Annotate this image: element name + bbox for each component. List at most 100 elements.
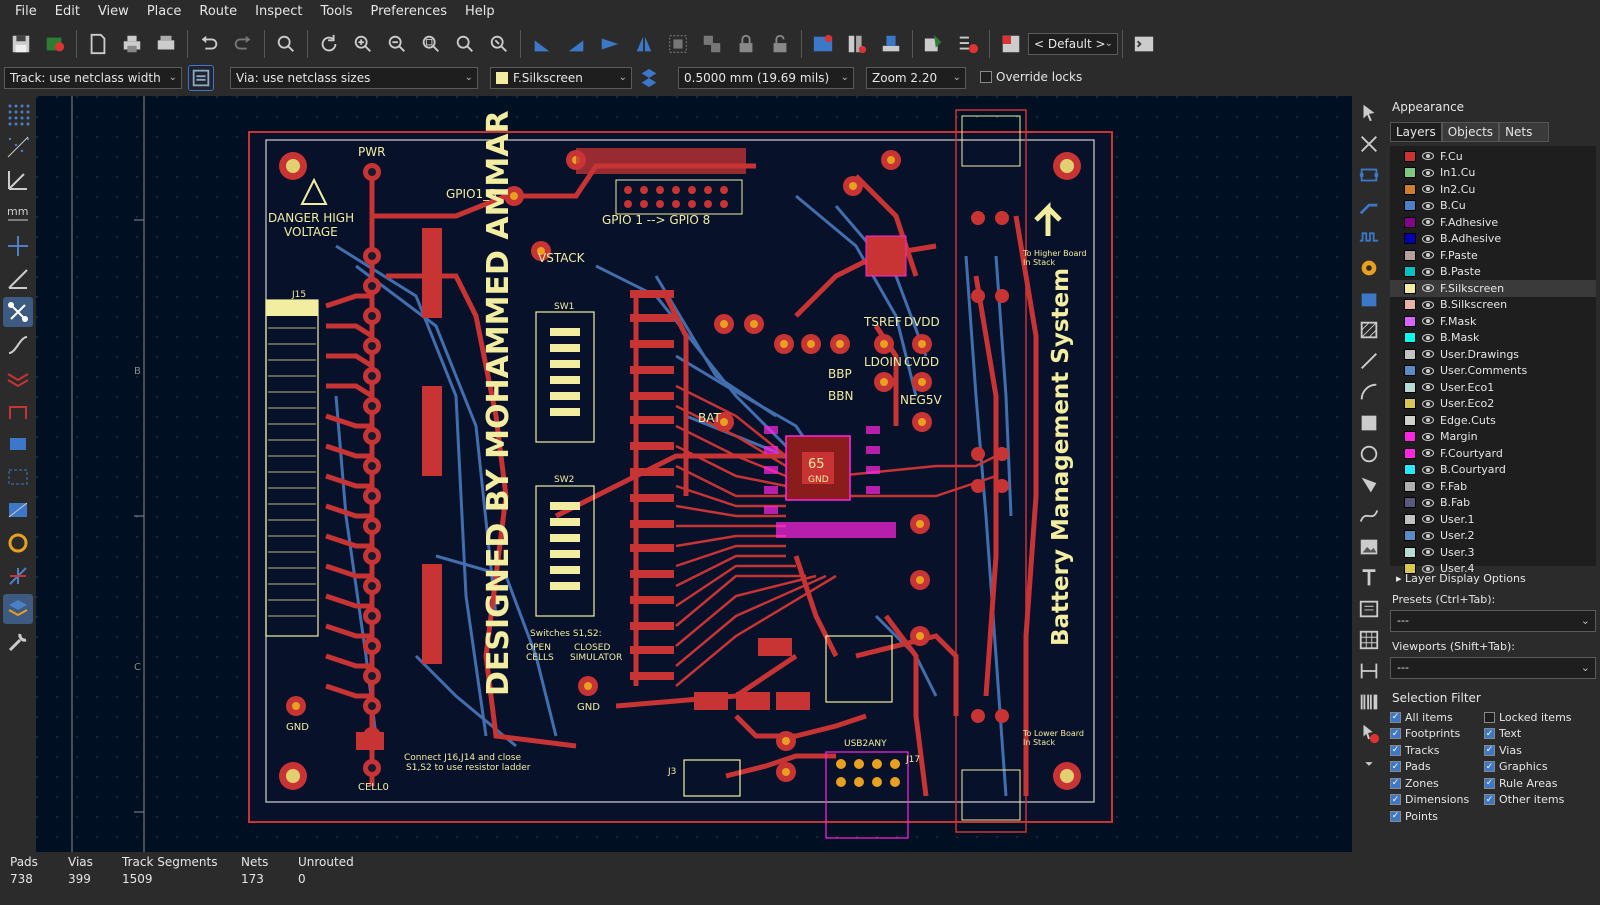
visibility-eye-icon[interactable]	[1422, 218, 1434, 227]
auto-width-button[interactable]	[188, 65, 214, 91]
draw-rectangle-button[interactable]	[1355, 409, 1383, 437]
visibility-eye-icon[interactable]	[1422, 564, 1434, 573]
local-ratsnest-button[interactable]	[1355, 130, 1383, 158]
layer-row[interactable]: F.Adhesive	[1390, 214, 1596, 231]
selection-filter-item[interactable]: ✓ Footprints	[1390, 726, 1484, 743]
selection-filter-item[interactable]: ✓ All items	[1390, 709, 1484, 726]
add-text-button[interactable]	[1355, 564, 1383, 592]
add-table-button[interactable]	[1355, 626, 1383, 654]
print-button[interactable]	[117, 29, 147, 59]
polar-coords-button[interactable]	[3, 165, 33, 195]
rotate-cw-button[interactable]	[561, 29, 591, 59]
draw-line-button[interactable]	[1355, 347, 1383, 375]
selection-filter-checkbox[interactable]: ✓	[1390, 728, 1401, 740]
layer-row[interactable]: F.Fab	[1390, 478, 1596, 495]
layer-color-swatch[interactable]	[1404, 464, 1416, 476]
cursor-shape-button[interactable]	[3, 231, 33, 261]
layer-row[interactable]: F.Silkscreen	[1390, 280, 1596, 297]
selection-filter-item[interactable]: ✓ Tracks	[1390, 742, 1484, 759]
layer-row[interactable]: User.Drawings	[1390, 346, 1596, 363]
visibility-eye-icon[interactable]	[1422, 317, 1434, 326]
visibility-eye-icon[interactable]	[1422, 449, 1434, 458]
zoom-selection-button[interactable]	[484, 29, 514, 59]
layer-color-swatch[interactable]	[1404, 183, 1416, 195]
layer-color-swatch[interactable]	[1404, 332, 1416, 344]
zoom-objects-button[interactable]	[450, 29, 480, 59]
presets-select[interactable]: --- ⌄	[1390, 610, 1596, 632]
layer-color-swatch[interactable]	[1404, 233, 1416, 245]
view-preset-select[interactable]: < Default > ⌄	[1028, 33, 1118, 55]
draw-circle-button[interactable]	[1355, 440, 1383, 468]
visibility-eye-icon[interactable]	[1422, 399, 1434, 408]
grid-toggle-button[interactable]	[3, 99, 33, 129]
layer-color-swatch[interactable]	[1404, 431, 1416, 443]
layer-row[interactable]: B.Cu	[1390, 198, 1596, 215]
layer-row[interactable]: F.Paste	[1390, 247, 1596, 264]
menu-inspect[interactable]: Inspect	[246, 0, 311, 24]
selection-filter-item[interactable]: ✓ Text	[1484, 726, 1594, 743]
visibility-eye-icon[interactable]	[1422, 366, 1434, 375]
zoom-out-button[interactable]	[382, 29, 412, 59]
visibility-eye-icon[interactable]	[1422, 333, 1434, 342]
selection-filter-checkbox[interactable]: ✓	[1390, 810, 1401, 822]
selection-filter-item[interactable]: Locked items	[1484, 709, 1594, 726]
selection-filter-checkbox[interactable]: ✓	[1484, 728, 1495, 740]
footprint-browser-button[interactable]	[842, 29, 872, 59]
layer-row[interactable]: User.Comments	[1390, 363, 1596, 380]
board-setup-button[interactable]	[40, 29, 70, 59]
visibility-eye-icon[interactable]	[1422, 350, 1434, 359]
tune-length-button[interactable]	[1355, 223, 1383, 251]
visibility-eye-icon[interactable]	[1422, 185, 1434, 194]
add-footprint-button[interactable]	[1355, 161, 1383, 189]
highlight-net-button[interactable]	[3, 528, 33, 558]
refresh-button[interactable]	[314, 29, 344, 59]
layer-color-swatch[interactable]	[1404, 381, 1416, 393]
layer-row[interactable]: B.Fab	[1390, 495, 1596, 512]
layer-row[interactable]: User.Eco2	[1390, 396, 1596, 413]
visibility-eye-icon[interactable]	[1422, 234, 1434, 243]
visibility-eye-icon[interactable]	[1422, 515, 1434, 524]
draw-polygon-button[interactable]	[1355, 471, 1383, 499]
ratsnest-button[interactable]	[3, 264, 33, 294]
menu-file[interactable]: File	[6, 0, 46, 24]
selection-filter-checkbox[interactable]: ✓	[1390, 777, 1401, 789]
add-zone-button[interactable]	[1355, 285, 1383, 313]
viewports-select[interactable]: --- ⌄	[1390, 657, 1596, 679]
layer-color-swatch[interactable]	[1404, 266, 1416, 278]
selection-filter-item[interactable]: ✓ Zones	[1390, 775, 1484, 792]
via-outline-button[interactable]	[3, 396, 33, 426]
zone-outline-button[interactable]	[3, 462, 33, 492]
layer-row[interactable]: Margin	[1390, 429, 1596, 446]
selection-filter-item[interactable]: ✓ Vias	[1484, 742, 1594, 759]
visibility-eye-icon[interactable]	[1422, 548, 1434, 557]
menu-place[interactable]: Place	[138, 0, 191, 24]
visibility-eye-icon[interactable]	[1422, 251, 1434, 260]
find-button[interactable]	[271, 29, 301, 59]
visibility-eye-icon[interactable]	[1422, 300, 1434, 309]
zoom-in-button[interactable]	[348, 29, 378, 59]
tab-objects[interactable]: Objects	[1441, 122, 1500, 142]
selection-filter-item[interactable]: ✓ Rule Areas	[1484, 775, 1594, 792]
group-button[interactable]	[663, 29, 693, 59]
layer-color-swatch[interactable]	[1404, 200, 1416, 212]
visibility-eye-icon[interactable]	[1422, 465, 1434, 474]
layer-row[interactable]: B.Silkscreen	[1390, 297, 1596, 314]
layer-row[interactable]: B.Mask	[1390, 330, 1596, 347]
selection-filter-item[interactable]: ✓ Dimensions	[1390, 792, 1484, 809]
scripting-console-button[interactable]	[1129, 29, 1159, 59]
selection-filter-item[interactable]: ✓ Other items	[1484, 792, 1594, 809]
visibility-eye-icon[interactable]	[1422, 432, 1434, 441]
grid-select[interactable]: 0.5000 mm (19.69 mils) ⌄	[678, 67, 854, 89]
route-track-button[interactable]	[1355, 192, 1383, 220]
layer-color-swatch[interactable]	[1404, 282, 1416, 294]
layer-row[interactable]: F.Cu	[1390, 148, 1596, 165]
visibility-eye-icon[interactable]	[1422, 201, 1434, 210]
menu-help[interactable]: Help	[456, 0, 504, 24]
unlock-button[interactable]	[765, 29, 795, 59]
draw-arc-button[interactable]	[1355, 378, 1383, 406]
layer-row[interactable]: B.Paste	[1390, 264, 1596, 281]
rotate-ccw-button[interactable]	[527, 29, 557, 59]
layer-color-swatch[interactable]	[1404, 398, 1416, 410]
visibility-eye-icon[interactable]	[1422, 416, 1434, 425]
layer-color-swatch[interactable]	[1404, 216, 1416, 228]
